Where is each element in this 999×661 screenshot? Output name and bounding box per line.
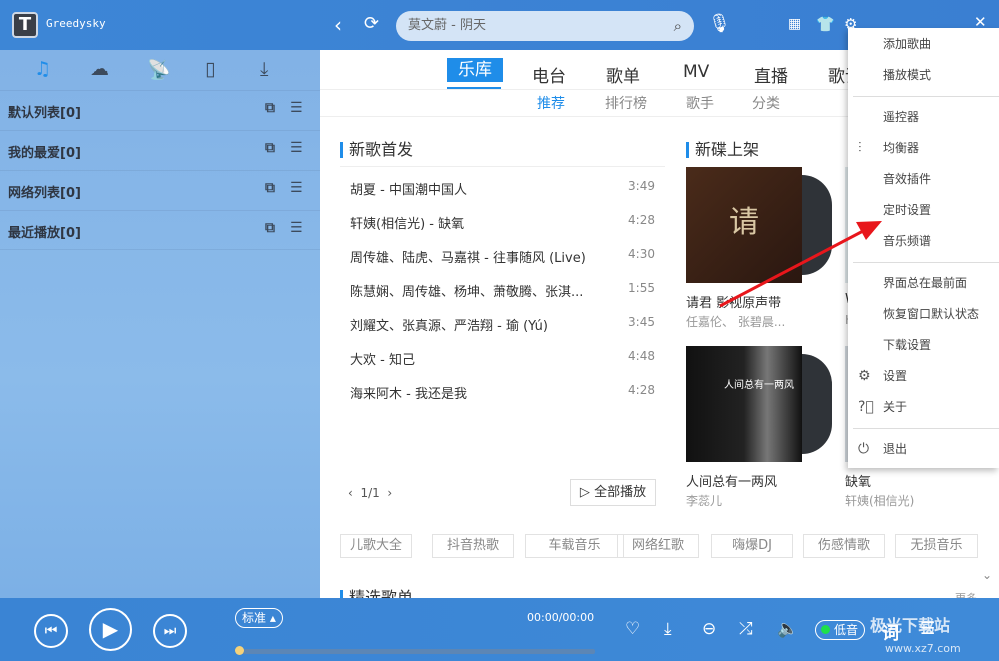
- arrow-head: [856, 221, 882, 240]
- annotation-arrow: [719, 221, 882, 308]
- arrow-line: [719, 228, 866, 308]
